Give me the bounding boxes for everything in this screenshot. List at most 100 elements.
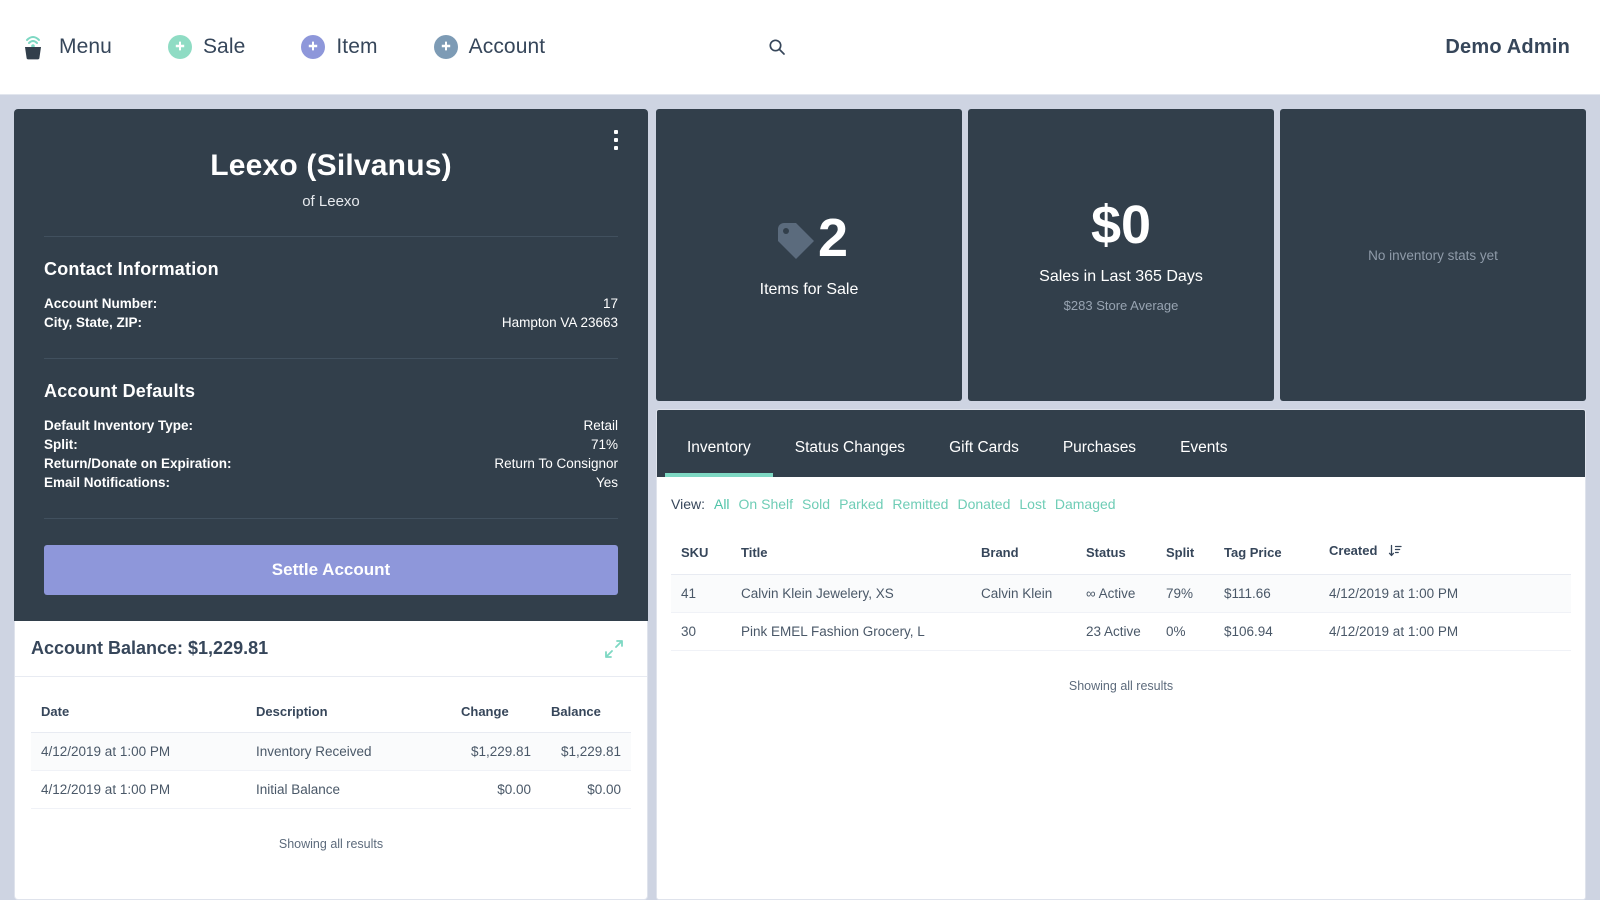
field-value: Retail	[583, 418, 618, 433]
page-body: Leexo (Silvanus) of Leexo Contact Inform…	[0, 95, 1600, 900]
account-balance-header: Account Balance: $1,229.81	[15, 621, 647, 677]
results-footer: Showing all results	[278, 837, 384, 851]
column-header-status[interactable]: Status	[1076, 530, 1156, 575]
view-filter-bar: View: All On Shelf Sold Parked Remitted …	[657, 477, 1585, 530]
field-label: Email Notifications:	[44, 475, 171, 490]
plus-circle-icon	[301, 35, 326, 59]
table-header-row: Date Description Change Balance	[31, 691, 631, 733]
cell-split: 79%	[1156, 574, 1214, 613]
inventory-table: SKU Title Brand Status Split Tag Price C…	[671, 530, 1571, 651]
cell-status: ∞ Active	[1076, 574, 1156, 613]
tab-status-changes[interactable]: Status Changes	[773, 439, 927, 477]
empty-state-message: No inventory stats yet	[1368, 247, 1498, 263]
column-header-title[interactable]: Title	[731, 530, 971, 575]
column-header-description[interactable]: Description	[246, 691, 451, 733]
view-filter-on-shelf[interactable]: On Shelf	[739, 496, 793, 512]
stat-sublabel: $283 Store Average	[1063, 297, 1179, 313]
column-header-brand[interactable]: Brand	[971, 530, 1076, 575]
table-row[interactable]: 41 Calvin Klein Jewelery, XS Calvin Klei…	[671, 574, 1571, 613]
column-header-sku[interactable]: SKU	[671, 530, 731, 575]
view-filter-parked[interactable]: Parked	[839, 496, 883, 512]
table-row[interactable]: 4/12/2019 at 1:00 PM Inventory Received …	[31, 732, 631, 771]
contact-row: Account Number: 17	[44, 294, 618, 313]
account-balance-title: Account Balance: $1,229.81	[31, 638, 269, 658]
column-header-balance[interactable]: Balance	[541, 691, 631, 733]
cell-sku[interactable]: 30	[671, 612, 731, 651]
sort-descending-icon[interactable]	[1388, 544, 1402, 561]
stat-label: Sales in Last 365 Days	[1039, 267, 1203, 285]
field-label: Account Number:	[44, 296, 158, 311]
defaults-row: Return/Donate on Expiration: Return To C…	[44, 454, 618, 473]
cell-sku[interactable]: 41	[671, 574, 731, 613]
tab-purchases[interactable]: Purchases	[1041, 439, 1158, 477]
defaults-row: Default Inventory Type: Retail	[44, 416, 618, 435]
nav-item-label: Menu	[59, 35, 112, 58]
inventory-table-wrapper: SKU Title Brand Status Split Tag Price C…	[657, 530, 1585, 693]
results-footer: Showing all results	[1068, 679, 1174, 693]
cell-status: 23 Active	[1076, 612, 1156, 651]
view-filter-lost[interactable]: Lost	[1019, 496, 1045, 512]
settle-account-button[interactable]: Settle Account	[44, 545, 618, 595]
account-profile-card: Leexo (Silvanus) of Leexo Contact Inform…	[14, 109, 648, 621]
cell-title: Calvin Klein Jewelery, XS	[731, 574, 971, 613]
column-header-change[interactable]: Change	[451, 691, 541, 733]
nav-item-menu[interactable]: Menu	[18, 32, 112, 62]
table-header-row: SKU Title Brand Status Split Tag Price C…	[671, 530, 1571, 575]
detail-panel: Inventory Status Changes Gift Cards Purc…	[656, 409, 1586, 900]
view-filter-remitted[interactable]: Remitted	[892, 496, 948, 512]
nav-item-item[interactable]: Item	[301, 35, 378, 59]
user-menu[interactable]: Demo Admin	[1445, 36, 1570, 59]
column-header-created[interactable]: Created	[1319, 530, 1571, 575]
account-balance-card: Account Balance: $1,229.81 Date Descript…	[14, 621, 648, 900]
cell-brand: Calvin Klein	[971, 574, 1076, 613]
account-balance-table-wrapper: Date Description Change Balance 4/12/201…	[15, 677, 647, 851]
cell-tag-price: $106.94	[1214, 612, 1319, 651]
cell-split: 0%	[1156, 612, 1214, 651]
column-header-tag-price[interactable]: Tag Price	[1214, 530, 1319, 575]
nav-items-group: Menu Sale Item Account	[18, 32, 601, 62]
price-tag-icon	[770, 215, 816, 261]
page-title: Leexo (Silvanus)	[210, 149, 452, 182]
stat-value: $0	[1090, 194, 1152, 255]
divider	[44, 236, 618, 237]
shopping-bag-signal-icon	[18, 32, 48, 62]
stat-card-inventory-stats: No inventory stats yet	[1280, 109, 1586, 401]
table-row[interactable]: 30 Pink EMEL Fashion Grocery, L 23 Activ…	[671, 612, 1571, 651]
view-filter-donated[interactable]: Donated	[957, 496, 1010, 512]
field-value: Return To Consignor	[494, 456, 618, 471]
tab-bar: Inventory Status Changes Gift Cards Purc…	[657, 410, 1585, 477]
tab-gift-cards[interactable]: Gift Cards	[927, 439, 1041, 477]
view-filter-sold[interactable]: Sold	[802, 496, 830, 512]
stat-value: 2	[817, 208, 849, 268]
field-value: 71%	[590, 437, 618, 452]
divider	[44, 358, 618, 359]
cell-date: 4/12/2019 at 1:00 PM	[31, 770, 246, 809]
expand-diagonal-icon[interactable]	[605, 639, 623, 658]
field-value: Hampton VA 23663	[501, 315, 618, 330]
cell-description: Initial Balance	[246, 770, 451, 809]
stats-row: 2 Items for Sale $0 Sales in Last 365 Da…	[656, 109, 1586, 401]
view-filter-damaged[interactable]: Damaged	[1055, 496, 1116, 512]
cell-change: $0.00	[451, 770, 541, 809]
top-navigation-bar: Menu Sale Item Account Demo Admin	[0, 0, 1600, 95]
defaults-row: Split: 71%	[44, 435, 618, 454]
nav-item-account[interactable]: Account	[433, 35, 546, 59]
kebab-menu-icon[interactable]	[606, 127, 626, 153]
field-value: Yes	[595, 475, 618, 490]
tab-events[interactable]: Events	[1158, 439, 1249, 477]
nav-item-label: Item	[336, 35, 378, 58]
table-row[interactable]: 4/12/2019 at 1:00 PM Initial Balance $0.…	[31, 770, 631, 809]
view-filter-all[interactable]: All	[714, 496, 730, 512]
tab-inventory[interactable]: Inventory	[665, 439, 773, 477]
cell-created: 4/12/2019 at 1:00 PM	[1319, 574, 1571, 613]
column-header-date[interactable]: Date	[31, 691, 246, 733]
nav-item-label: Account	[468, 35, 546, 58]
stat-card-sales-365: $0 Sales in Last 365 Days $283 Store Ave…	[968, 109, 1274, 401]
nav-item-sale[interactable]: Sale	[167, 35, 245, 59]
divider	[44, 518, 618, 519]
search-icon[interactable]	[764, 34, 790, 60]
field-value: 17	[602, 296, 618, 311]
column-header-split[interactable]: Split	[1156, 530, 1214, 575]
view-label: View:	[671, 496, 705, 512]
cell-balance: $1,229.81	[541, 732, 631, 771]
